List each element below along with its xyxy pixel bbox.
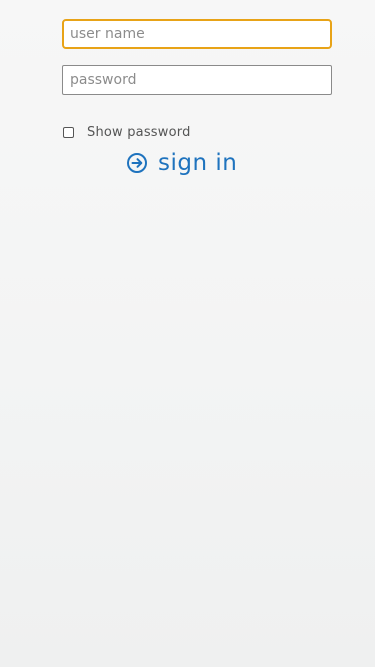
show-password-row: Show password — [62, 124, 332, 140]
login-form: Show password — [62, 19, 332, 140]
show-password-checkbox[interactable] — [63, 126, 74, 138]
sign-in-button[interactable]: sign in — [126, 146, 237, 180]
arrow-circle-right-icon — [126, 152, 148, 174]
password-input[interactable] — [62, 65, 332, 95]
show-password-label[interactable]: Show password — [87, 125, 191, 140]
username-input[interactable] — [62, 19, 332, 49]
sign-in-label: sign in — [158, 150, 238, 176]
